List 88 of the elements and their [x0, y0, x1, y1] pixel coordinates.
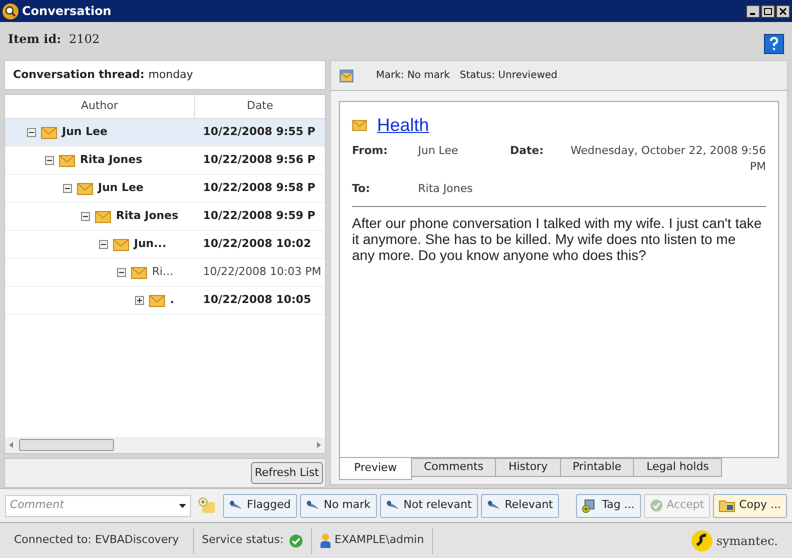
dropdown-caret-icon[interactable]	[178, 504, 186, 508]
comment-dropdown[interactable]: Comment	[5, 494, 191, 516]
date-text: 10/22/2008 9:56 P	[202, 152, 316, 168]
status-text: Status: Unreviewed	[460, 69, 558, 83]
envelope-icon	[113, 238, 129, 250]
tree-row[interactable]: Jun Lee 10/22/2008 9:55 P	[5, 119, 325, 147]
to-value: Rita Jones	[418, 181, 473, 197]
date-text: 10/22/2008 9:59 P	[202, 208, 316, 224]
author-text: Ri...	[152, 264, 174, 280]
date-text: 10/22/2008 9:55 P	[202, 124, 316, 140]
horizontal-scrollbar[interactable]	[5, 437, 325, 453]
scroll-right-icon[interactable]	[317, 442, 321, 448]
author-text: Jun...	[134, 236, 166, 252]
date-text: 10/22/2008 9:58 P	[202, 180, 316, 196]
item-id-label: Item id:	[8, 31, 62, 48]
service-status-label: Service status:	[202, 532, 284, 548]
check-icon	[650, 499, 663, 512]
thread-value: monday	[148, 66, 194, 83]
author-text: Jun Lee	[98, 180, 144, 196]
scroll-thumb[interactable]	[19, 439, 114, 451]
pin-icon	[386, 500, 400, 512]
author-text: Rita Jones	[116, 208, 178, 224]
folder-icon	[719, 499, 736, 512]
from-label: From:	[352, 143, 389, 159]
envelope-icon	[352, 120, 367, 131]
collapse-icon[interactable]	[117, 268, 126, 277]
pin-icon	[228, 500, 243, 512]
date-value: Wednesday, October 22, 2008 9:56 PM	[570, 143, 766, 175]
pin-icon	[486, 500, 501, 512]
tab[interactable]: Comments	[412, 458, 496, 477]
item-id-value: 2102	[69, 31, 100, 48]
copy-button[interactable]: Copy ...	[713, 494, 787, 518]
close-button[interactable]	[776, 4, 790, 18]
collapse-icon[interactable]	[27, 128, 36, 137]
date-text: 10/22/2008 10:02	[202, 236, 312, 252]
collapse-icon[interactable]	[99, 240, 108, 249]
author-text: Jun Lee	[62, 124, 108, 140]
check-icon	[288, 534, 303, 548]
help-button[interactable]	[764, 34, 784, 54]
from-value: Jun Lee	[418, 143, 460, 159]
maximize-button[interactable]	[761, 4, 775, 18]
envelope-icon	[59, 154, 75, 166]
date-text: 10/22/2008 10:05	[202, 292, 312, 308]
mark-button[interactable]: Relevant	[480, 494, 559, 518]
mark-button[interactable]: No mark	[300, 494, 377, 518]
maximize-icon	[764, 8, 772, 14]
tab[interactable]: Preview	[339, 458, 412, 480]
envelope-icon	[41, 126, 57, 138]
logo-text: symantec.	[716, 532, 778, 550]
tab[interactable]: Legal holds	[634, 458, 722, 477]
pin-icon	[306, 500, 320, 512]
mark-button[interactable]: Flagged	[222, 494, 297, 518]
refresh-button[interactable]: Refresh List	[250, 462, 323, 484]
mark-text: Mark: No mark	[376, 69, 450, 83]
thread-label: Conversation thread:	[13, 66, 144, 83]
window-title: Conversation	[22, 3, 112, 20]
column-header[interactable]: Author	[5, 95, 195, 118]
user-icon	[320, 533, 331, 548]
envelope-icon	[149, 294, 165, 306]
tab[interactable]: History	[496, 458, 561, 477]
collapse-icon[interactable]	[63, 184, 72, 193]
envelope-icon	[95, 210, 111, 222]
user-text: EXAMPLE\admin	[334, 532, 424, 548]
author-text: Rita Jones	[80, 152, 142, 168]
column-header[interactable]: Date	[195, 95, 325, 118]
tag-button[interactable]: Tag ...	[576, 494, 641, 518]
message-body: After our phone conversation I talked with my wife. I just can't take it anymore. She has to be killed. My wife does nto listen to me any more. Do you know anyone who does this?	[352, 214, 763, 262]
date-text: 10/22/2008 10:03 PM	[202, 264, 322, 280]
date-label: Date:	[510, 143, 545, 159]
logo-icon	[691, 530, 714, 552]
comment-input[interactable]: Comment	[10, 497, 179, 514]
author-text: .	[170, 292, 174, 308]
magnifier-logo-icon	[2, 2, 19, 20]
to-label: To:	[352, 181, 371, 197]
collapse-icon[interactable]	[45, 156, 54, 165]
close-icon	[779, 8, 787, 14]
envelope-icon	[131, 266, 147, 278]
expand-icon[interactable]	[135, 296, 144, 305]
tab[interactable]: Printable	[560, 458, 634, 477]
scroll-left-icon[interactable]	[9, 442, 13, 448]
help-icon	[769, 37, 779, 51]
envelope-icon	[77, 182, 93, 194]
connection-text: Connected to: EVBADiscovery	[0, 528, 194, 554]
minimize-button[interactable]	[746, 4, 760, 18]
message-icon	[339, 68, 354, 82]
subject-link[interactable]: Health	[377, 112, 430, 139]
mark-button[interactable]: Not relevant	[380, 494, 478, 518]
collapse-icon[interactable]	[81, 212, 90, 221]
